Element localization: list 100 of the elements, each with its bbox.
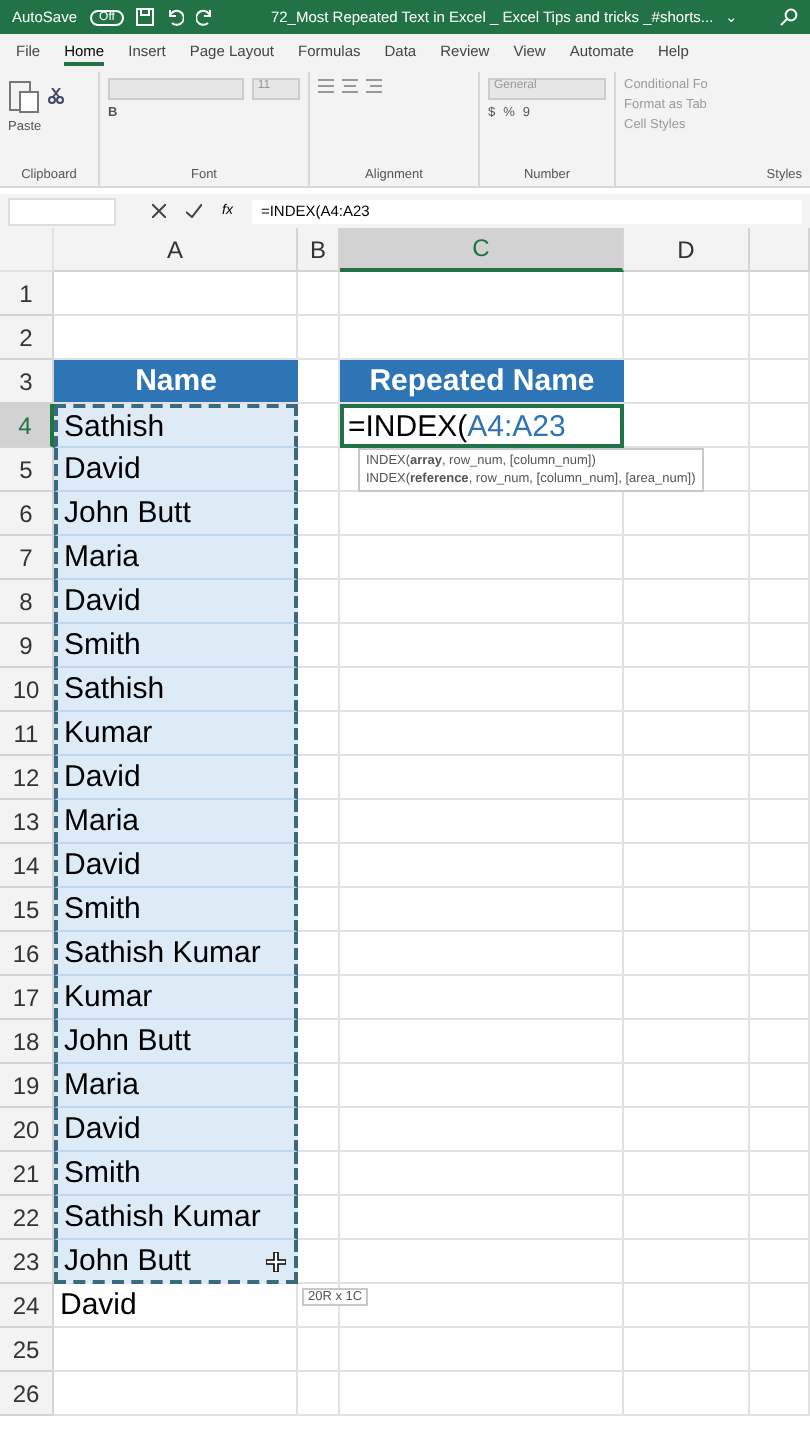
- table-cell: [750, 1020, 810, 1064]
- table-cell: [298, 800, 340, 844]
- row-header[interactable]: 18: [0, 1020, 54, 1064]
- row-header[interactable]: 9: [0, 624, 54, 668]
- table-cell: John Butt: [54, 1020, 298, 1064]
- row-header[interactable]: 19: [0, 1064, 54, 1108]
- table-cell: [298, 1196, 340, 1240]
- table-cell: [750, 756, 810, 800]
- table-cell: [624, 1196, 750, 1240]
- table-cell: [750, 1372, 810, 1416]
- row-header[interactable]: 3: [0, 360, 54, 404]
- row-header[interactable]: 22: [0, 1196, 54, 1240]
- table-cell: [624, 844, 750, 888]
- table-cell: David: [54, 580, 298, 624]
- table-cell: David: [54, 1284, 298, 1328]
- table-cell: Sathish Kumar: [54, 1196, 298, 1240]
- table-cell: [750, 1064, 810, 1108]
- table-cell: [624, 1284, 750, 1328]
- table-cell: [624, 712, 750, 756]
- table-cell: David: [54, 844, 298, 888]
- table-cell: Maria: [54, 800, 298, 844]
- table-cell: Smith: [54, 888, 298, 932]
- table-cell: Sathish: [54, 404, 298, 448]
- undo-icon[interactable]: [166, 8, 185, 26]
- table-cell: [298, 1240, 340, 1284]
- search-icon[interactable]: [780, 8, 798, 26]
- table-cell: [624, 624, 750, 668]
- row-header[interactable]: 17: [0, 976, 54, 1020]
- table-cell: [298, 932, 340, 976]
- table-cell: [624, 800, 750, 844]
- table-cell: [298, 1372, 340, 1416]
- table-cell: Maria: [54, 1064, 298, 1108]
- table-cell: [750, 360, 810, 404]
- table-cell: [624, 976, 750, 1020]
- table-cell: Kumar: [54, 976, 298, 1020]
- table-cell: [298, 580, 340, 624]
- table-cell: [624, 580, 750, 624]
- row-header[interactable]: 20: [0, 1108, 54, 1152]
- table-cell: [298, 624, 340, 668]
- table-cell: [750, 844, 810, 888]
- row-header[interactable]: 23: [0, 1240, 54, 1284]
- row-header[interactable]: 10: [0, 668, 54, 712]
- table-cell: [298, 1152, 340, 1196]
- table-cell: [298, 272, 340, 316]
- row-header[interactable]: 25: [0, 1328, 54, 1372]
- row-header[interactable]: 6: [0, 492, 54, 536]
- table-cell: Sathish Kumar: [54, 932, 298, 976]
- row-header[interactable]: 7: [0, 536, 54, 580]
- table-cell: [624, 756, 750, 800]
- table-cell: [624, 1328, 750, 1372]
- table-cell: [624, 536, 750, 580]
- row-header[interactable]: 8: [0, 580, 54, 624]
- row-header[interactable]: 12: [0, 756, 54, 800]
- table-cell: [750, 404, 810, 448]
- table-cell: [298, 712, 340, 756]
- column-header[interactable]: D: [624, 228, 750, 272]
- table-cell: [750, 1196, 810, 1240]
- redo-icon[interactable]: [196, 8, 215, 26]
- table-cell: [298, 404, 340, 448]
- table-cell: [624, 668, 750, 712]
- row-header[interactable]: 1: [0, 272, 54, 316]
- table-cell: [298, 1108, 340, 1152]
- column-header[interactable]: C: [340, 228, 624, 272]
- formula-cell[interactable]: =INDEX(A4:A23: [340, 404, 624, 448]
- table-cell: Maria: [54, 536, 298, 580]
- table-cell: John Butt: [54, 1240, 298, 1284]
- table-cell: [750, 1152, 810, 1196]
- row-header[interactable]: 16: [0, 932, 54, 976]
- table-cell: [298, 1020, 340, 1064]
- row-header[interactable]: 2: [0, 316, 54, 360]
- scissors-icon[interactable]: [48, 88, 64, 104]
- column-header[interactable]: A: [54, 228, 298, 272]
- save-icon[interactable]: [136, 8, 155, 26]
- row-header[interactable]: 4: [0, 404, 54, 448]
- table-cell: [750, 800, 810, 844]
- table-cell: [624, 272, 750, 316]
- row-header[interactable]: 26: [0, 1372, 54, 1416]
- row-header[interactable]: 5: [0, 448, 54, 492]
- row-header[interactable]: 21: [0, 1152, 54, 1196]
- table-cell: [750, 536, 810, 580]
- row-header[interactable]: 15: [0, 888, 54, 932]
- table-cell: [750, 580, 810, 624]
- table-cell: [624, 360, 750, 404]
- table-cell: [750, 1284, 810, 1328]
- table-cell: [624, 1108, 750, 1152]
- table-cell: [750, 1328, 810, 1372]
- table-cell: Sathish: [54, 668, 298, 712]
- table-cell: [298, 1328, 340, 1372]
- column-header[interactable]: B: [298, 228, 340, 272]
- font-name-field[interactable]: [108, 78, 244, 100]
- table-cell: [750, 668, 810, 712]
- close-icon[interactable]: [152, 204, 166, 218]
- paste-icon[interactable]: [8, 78, 40, 114]
- row-header[interactable]: 24: [0, 1284, 54, 1328]
- row-header[interactable]: 13: [0, 800, 54, 844]
- row-header[interactable]: 14: [0, 844, 54, 888]
- table-cell: [624, 1372, 750, 1416]
- check-icon[interactable]: [186, 204, 202, 218]
- table-cell: David: [54, 448, 298, 492]
- row-header[interactable]: 11: [0, 712, 54, 756]
